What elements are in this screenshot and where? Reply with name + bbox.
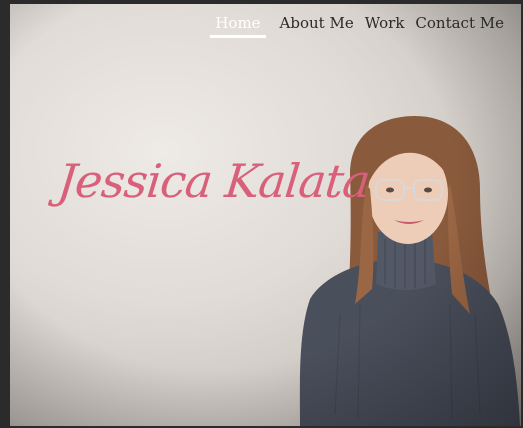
nav-work[interactable]: Work [360, 12, 410, 38]
main-nav: Home About Me Work Contact Me [209, 12, 509, 38]
hero-section: Jessica Kalata Home About Me Work Contac… [10, 4, 521, 426]
nav-contact-me[interactable]: Contact Me [410, 12, 509, 38]
hero-name: Jessica Kalata [55, 154, 373, 208]
page: Jessica Kalata Home About Me Work Contac… [0, 0, 523, 428]
nav-home[interactable]: Home [210, 12, 266, 38]
nav-about-me[interactable]: About Me [275, 12, 359, 38]
